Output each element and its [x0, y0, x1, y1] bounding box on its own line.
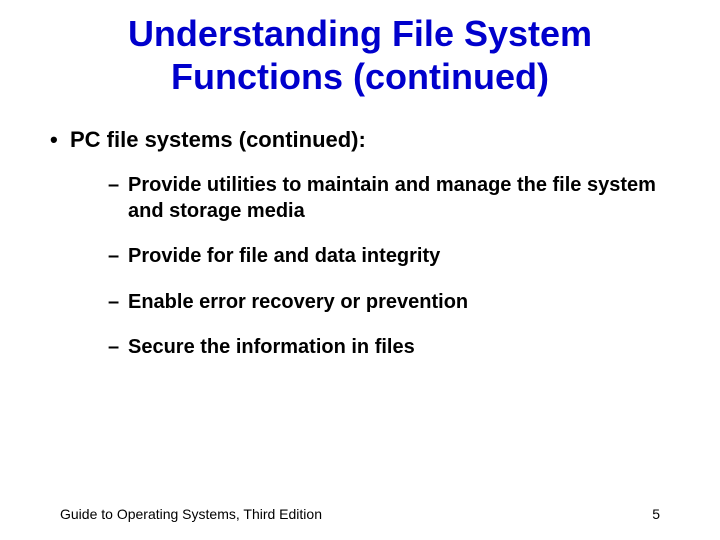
slide-title: Understanding File System Functions (con…: [0, 0, 720, 98]
bullet-level2-item: Provide utilities to maintain and manage…: [108, 173, 670, 224]
slide-body: PC file systems (continued): Provide uti…: [0, 98, 720, 361]
footer-text: Guide to Operating Systems, Third Editio…: [60, 506, 322, 522]
footer: Guide to Operating Systems, Third Editio…: [60, 506, 660, 522]
bullet-level2-list: Provide utilities to maintain and manage…: [50, 173, 670, 361]
page-number: 5: [652, 506, 660, 522]
slide: Understanding File System Functions (con…: [0, 0, 720, 540]
bullet-level2-item: Provide for file and data integrity: [108, 244, 670, 270]
bullet-level2-item: Secure the information in files: [108, 335, 670, 361]
bullet-level2-item: Enable error recovery or prevention: [108, 290, 670, 316]
bullet-level1: PC file systems (continued):: [50, 126, 670, 155]
